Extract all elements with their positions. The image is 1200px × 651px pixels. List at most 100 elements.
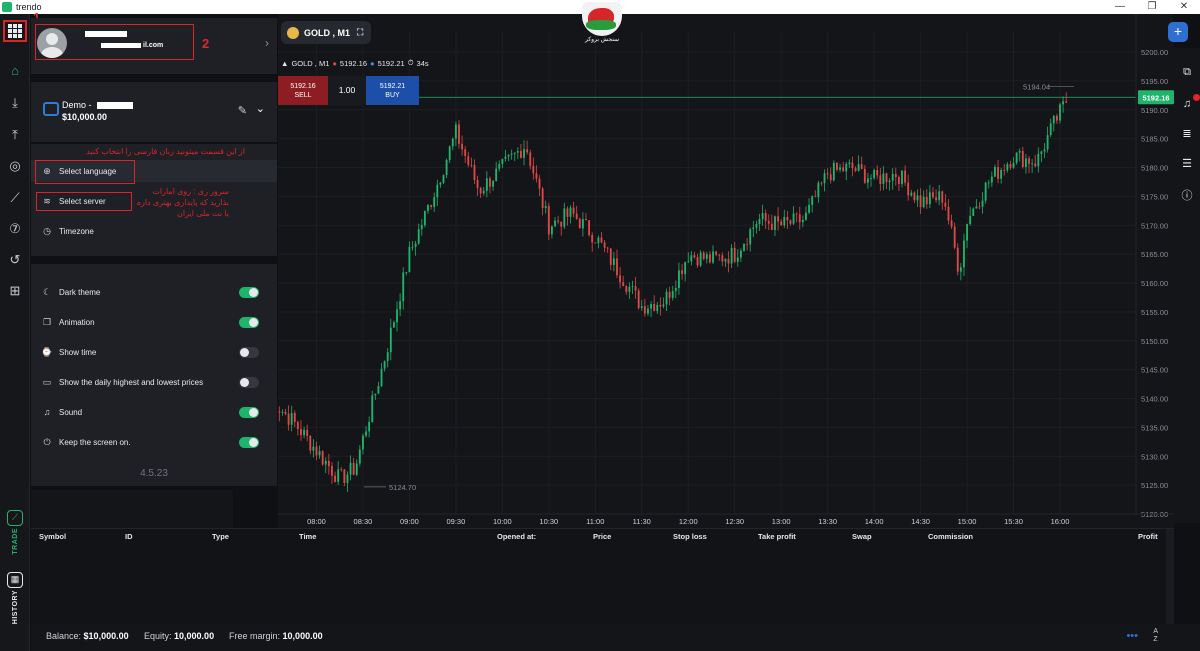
clock-icon: ◷ <box>43 225 51 236</box>
setting-label: Show time <box>59 347 97 357</box>
candle-body <box>1052 115 1055 124</box>
col-take-profit[interactable]: Take profit <box>758 532 796 541</box>
candle-body <box>479 187 482 194</box>
high-marker-label: 5194.04 <box>1023 82 1050 91</box>
lot-size-field[interactable]: 1.00 <box>328 76 366 105</box>
list-icon[interactable]: ☰ <box>1179 156 1195 172</box>
col-swap[interactable]: Swap <box>852 532 872 541</box>
candle-body <box>1018 151 1021 153</box>
dark-theme-toggle[interactable] <box>239 287 259 298</box>
candle-body <box>352 462 355 475</box>
maximize-button[interactable]: ❐ <box>1136 0 1168 14</box>
power-icon: ⏻ <box>43 436 51 447</box>
orders-scrollbar[interactable] <box>1166 529 1174 625</box>
chat-icon[interactable]: ⧉ <box>1179 64 1195 80</box>
x-tick-label: 09:30 <box>446 517 465 526</box>
candle-body <box>668 291 671 298</box>
chevron-down-icon[interactable]: ⌄ <box>256 102 265 115</box>
x-tick-label: 08:00 <box>307 517 326 526</box>
persian-note-server: سرور ری : روی امارات بذارید که پایداری ب… <box>136 187 229 218</box>
col-id[interactable]: ID <box>125 532 133 541</box>
more-dots-icon[interactable]: ••• <box>1126 630 1138 642</box>
calendar-icon: ▦ <box>7 572 23 588</box>
candle-body <box>798 214 801 223</box>
sell-button[interactable]: 5192.16 SELL <box>278 76 328 105</box>
legend-symbol: GOLD , M1 <box>291 58 330 68</box>
col-time[interactable]: Time <box>299 532 316 541</box>
edit-pencil-icon[interactable]: ✎ <box>238 104 247 117</box>
main-menu-button[interactable] <box>3 20 27 42</box>
candle-body <box>665 291 668 305</box>
col-type[interactable]: Type <box>212 532 229 541</box>
candle-body <box>563 208 566 227</box>
seven-icon[interactable]: ⑦ <box>6 220 24 238</box>
bell-icon[interactable]: ♫ <box>1179 94 1200 112</box>
candle-body <box>1031 163 1034 165</box>
annotation-box-server <box>36 192 132 211</box>
candle-body <box>783 216 786 226</box>
y-tick-label: 5195.00 <box>1141 77 1168 86</box>
timezone-label: Timezone <box>59 226 94 236</box>
symbol-selector[interactable]: GOLD , M1 ⛶ <box>281 21 372 44</box>
setting-label: Dark theme <box>59 287 101 297</box>
buy-button[interactable]: 5192.21 BUY <box>366 76 419 105</box>
sound-toggle[interactable] <box>239 407 259 418</box>
gift-icon[interactable]: ⊞ <box>6 282 24 300</box>
keep-screen-on-toggle[interactable] <box>239 437 259 448</box>
col-profit[interactable]: Profit <box>1138 532 1158 541</box>
news-icon[interactable]: ≣ <box>1179 126 1195 142</box>
sort-az-icon[interactable]: AZ <box>1153 628 1158 644</box>
candle-body <box>355 463 358 475</box>
candle-body <box>405 272 408 273</box>
candle-body <box>380 368 383 387</box>
candle-body <box>752 227 755 230</box>
fullscreen-icon[interactable]: ⛶ <box>357 27 363 38</box>
analytics-icon[interactable]: ⟋ <box>6 189 24 207</box>
candle-body <box>300 429 302 436</box>
candle-body <box>966 224 968 241</box>
candle-body <box>458 124 460 144</box>
x-tick-label: 13:30 <box>818 517 837 526</box>
col-price[interactable]: Price <box>593 532 611 541</box>
y-tick-label: 5150.00 <box>1141 337 1168 346</box>
show-time-toggle[interactable] <box>239 347 259 358</box>
col-opened-at[interactable]: Opened at: <box>497 532 536 541</box>
setting-row-sound: ♫ Sound <box>37 401 83 423</box>
candle-body <box>693 255 696 258</box>
candle-body <box>826 173 829 175</box>
candle-body <box>743 243 745 251</box>
candle-body <box>504 156 507 159</box>
col-symbol[interactable]: Symbol <box>39 532 66 541</box>
minimize-button[interactable]: — <box>1104 0 1136 14</box>
add-button[interactable]: + <box>1168 22 1188 42</box>
candle-body <box>656 304 659 312</box>
candle-body <box>588 220 591 235</box>
history-tab-label: HISTORY <box>11 590 19 625</box>
home-icon[interactable]: ⌂ <box>6 62 24 80</box>
candle-body <box>811 196 814 205</box>
x-tick-label: 10:30 <box>539 517 558 526</box>
animation-toggle[interactable] <box>239 317 259 328</box>
history-clock-icon[interactable]: ↺ <box>6 251 24 269</box>
col-stop-loss[interactable]: Stop loss <box>673 532 707 541</box>
info-icon[interactable]: ⓘ <box>1179 188 1195 204</box>
history-tab[interactable]: ▦ HISTORY <box>5 572 25 624</box>
candle-body <box>712 251 714 263</box>
deposit-icon[interactable]: ⤓ <box>6 94 24 112</box>
candle-body <box>1046 135 1049 150</box>
buy-label: BUY <box>385 92 400 99</box>
profile-card[interactable]: il.com › <box>31 18 277 74</box>
candle-body <box>343 469 346 483</box>
broadcast-icon[interactable]: ◎ <box>6 157 24 175</box>
candle-body <box>625 286 628 292</box>
candle-body <box>408 247 411 273</box>
candle-body <box>1015 152 1018 163</box>
daily-high-low-toggle[interactable] <box>239 377 259 388</box>
timezone-item[interactable]: ◷ Timezone <box>37 220 94 242</box>
account-card[interactable]: Demo - $10,000.00 ✎ ⌄ <box>31 82 277 142</box>
close-button[interactable]: ✕ <box>1168 0 1200 14</box>
col-commission[interactable]: Commission <box>928 532 973 541</box>
withdraw-icon[interactable]: ⤒ <box>6 126 24 144</box>
candle-body <box>523 149 525 158</box>
trade-tab[interactable]: ⟋ TRADE <box>5 510 25 555</box>
